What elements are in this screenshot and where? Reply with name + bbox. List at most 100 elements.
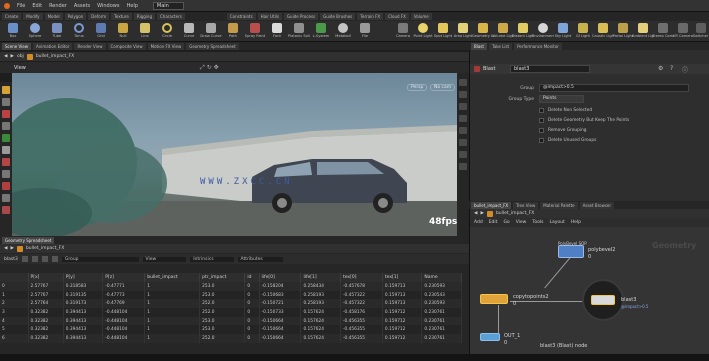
shelf-tool-caustic-light[interactable]: Caustic Light — [592, 23, 614, 41]
tab-asset-browser[interactable]: Asset Browser — [579, 201, 615, 209]
shelf-tool-sphere[interactable]: Sphere — [24, 23, 46, 41]
shelf-tab[interactable]: Terrain FX — [357, 13, 384, 20]
shelf-tool-stereo-camera[interactable]: Stereo Camera — [652, 23, 674, 41]
pose-tool-icon[interactable] — [2, 146, 10, 154]
camera-menu[interactable]: No cam — [430, 84, 456, 91]
shelf-tool-box[interactable]: Box — [2, 23, 24, 41]
shelf-tab[interactable]: Deform — [88, 13, 110, 20]
column-header[interactable] — [0, 273, 29, 282]
forward-arrow-icon[interactable]: ▶ — [480, 211, 483, 216]
spreadsheet-path-node[interactable]: bullet_impact_FX — [26, 246, 64, 251]
help-icon[interactable]: ? — [670, 65, 673, 72]
shelf-tool-camera[interactable]: Camera — [392, 23, 414, 41]
shelf-tool-volume-light[interactable]: Volume Light — [492, 23, 514, 41]
group-type-menu[interactable]: Points — [539, 95, 584, 103]
table-row[interactable]: 2 2.57764 0.319173 -0.47769 1 252.0 0 -0.150721… — [0, 299, 462, 309]
tab-geometry-spreadsheet-bottom[interactable]: Geometry Spreadsheet — [2, 236, 55, 244]
table-row[interactable]: 3 0.32382 0.394413 -0.448104 1 252.0 0 -0.15073… — [0, 308, 462, 317]
handle-tool-icon[interactable] — [2, 134, 10, 142]
shelf-tool-switcher[interactable]: Switcher — [692, 23, 709, 41]
tab-take-list[interactable]: Take List — [488, 42, 513, 50]
table-row[interactable]: 1 2.57767 0.319135 -0.47773 1 253.0 0 -0.150683… — [0, 290, 462, 300]
shelf-tool-gi-light[interactable]: GI Light — [572, 23, 594, 41]
move-tool-icon[interactable] — [2, 98, 10, 106]
background-icon[interactable] — [459, 163, 467, 170]
shelf-tool-platonic[interactable]: Platonic Solids — [288, 23, 310, 41]
wireframe-icon[interactable] — [459, 103, 467, 110]
tab-composite-view[interactable]: Composite View — [107, 42, 146, 50]
back-arrow-icon[interactable]: ◀ — [4, 246, 7, 251]
keep-points-checkbox[interactable] — [539, 118, 544, 123]
network-menu-view[interactable]: View — [516, 220, 527, 225]
shelf-tool-lsystem[interactable]: L-System — [310, 23, 332, 41]
shelf-tab[interactable]: Rigging — [133, 13, 155, 20]
shelf-tool-portal-light[interactable]: Portal Light — [612, 23, 634, 41]
houdini-logo-icon[interactable] — [4, 2, 10, 9]
shelf-tool-circle[interactable]: Circle — [156, 23, 178, 41]
forward-arrow-icon[interactable]: ▶ — [10, 246, 13, 251]
shelf-tab[interactable]: Create — [2, 13, 22, 20]
tab-network-view[interactable]: bullet_impact_FX — [471, 201, 512, 209]
render-region-icon[interactable] — [2, 206, 10, 214]
shelf-tab[interactable]: Texture — [111, 13, 132, 20]
shelf-tool-draw-curve[interactable]: Draw Curve — [200, 23, 222, 41]
gear-icon[interactable]: ⚙ — [658, 65, 663, 72]
network-menu-edit[interactable]: Edit — [489, 220, 498, 225]
shelf-tool-path[interactable]: Path — [222, 23, 244, 41]
shelf-tab[interactable]: Volume — [410, 13, 432, 20]
shelf-tool-line[interactable]: Line — [134, 23, 156, 41]
shelf-tab[interactable]: Polygon — [64, 13, 87, 20]
shelf-tab[interactable]: Hair Utils — [257, 13, 282, 20]
shelf-tool-metaball[interactable]: Metaball — [332, 23, 354, 41]
shelf-tool-sky-light[interactable]: Sky Light — [552, 23, 574, 41]
snap-tool-icon[interactable] — [2, 182, 10, 190]
blast-node[interactable] — [591, 295, 615, 305]
network-view[interactable]: ◀ ▶ bullet_impact_FX Add Edit Go View To… — [469, 209, 709, 354]
persp-menu[interactable]: Persp — [407, 84, 428, 91]
view-tools-icon[interactable]: ⤢ ↻ ✥ — [200, 64, 219, 72]
points-display-icon[interactable] — [459, 115, 467, 122]
copytopoints-node[interactable] — [480, 294, 508, 304]
shelf-tool-environment-light[interactable]: Environment Light — [532, 23, 554, 41]
network-path-node[interactable]: bullet_impact_FX — [496, 211, 534, 216]
shading-mode-icon[interactable] — [459, 91, 467, 98]
shelf-tab[interactable]: Guide Process — [283, 13, 319, 20]
tab-motion-fx-view[interactable]: Motion FX View — [147, 42, 185, 50]
display-options-icon[interactable] — [459, 79, 467, 86]
shelf-tool-font[interactable]: Font — [266, 23, 288, 41]
desktop-selector[interactable]: Main — [152, 1, 184, 10]
menu-edit[interactable]: Edit — [32, 3, 42, 9]
shelf-tool-torus[interactable]: Torus — [68, 23, 90, 41]
column-header[interactable]: P[z] — [102, 273, 146, 282]
column-header[interactable]: life[0] — [259, 273, 302, 282]
column-header[interactable]: P[y] — [63, 273, 104, 282]
path-obj[interactable]: obj — [17, 54, 24, 59]
shelf-tab[interactable]: Characters — [156, 13, 185, 20]
tab-geometry-spreadsheet[interactable]: Geometry Spreadsheet — [186, 42, 239, 50]
primitives-mode-icon[interactable] — [41, 256, 48, 262]
network-menu-help[interactable]: Help — [571, 220, 581, 225]
table-row[interactable]: 5 0.32382 0.394413 -0.448104 1 253.0 0 -0.15066… — [0, 325, 462, 335]
polybevel-node[interactable] — [558, 245, 584, 258]
info-icon[interactable]: ⓘ — [682, 65, 688, 74]
shelf-tool-ambient-light[interactable]: Ambient Light — [632, 23, 654, 41]
attributes-filter[interactable]: Attributes — [237, 256, 283, 262]
delete-non-selected-checkbox[interactable] — [539, 108, 544, 113]
column-header[interactable]: id — [244, 273, 260, 282]
network-menu-layout[interactable]: Layout — [549, 220, 564, 225]
tab-scene-view[interactable]: Scene View — [2, 42, 31, 50]
column-header[interactable]: Name — [421, 273, 462, 282]
column-header[interactable]: P[x] — [28, 273, 64, 282]
menu-assets[interactable]: Assets — [74, 3, 90, 9]
column-header[interactable]: tex[0] — [340, 273, 383, 282]
rotate-tool-icon[interactable] — [2, 110, 10, 118]
shelf-tool-geometry-light[interactable]: Geometry Light — [472, 23, 494, 41]
back-arrow-icon[interactable]: ◀ — [4, 54, 7, 59]
shelf-tool-null[interactable]: Null — [112, 23, 134, 41]
shelf-tab[interactable]: Guide Brushes — [320, 13, 356, 20]
scene-viewport[interactable]: Persp No cam WWW.ZXCC.CN 48fps — [12, 73, 457, 236]
tab-tree-view[interactable]: Tree View — [513, 201, 539, 209]
shelf-tool-spot-light[interactable]: Spot Light — [432, 23, 454, 41]
column-header[interactable]: tex[1] — [382, 273, 423, 282]
forward-arrow-icon[interactable]: ▶ — [10, 54, 13, 59]
